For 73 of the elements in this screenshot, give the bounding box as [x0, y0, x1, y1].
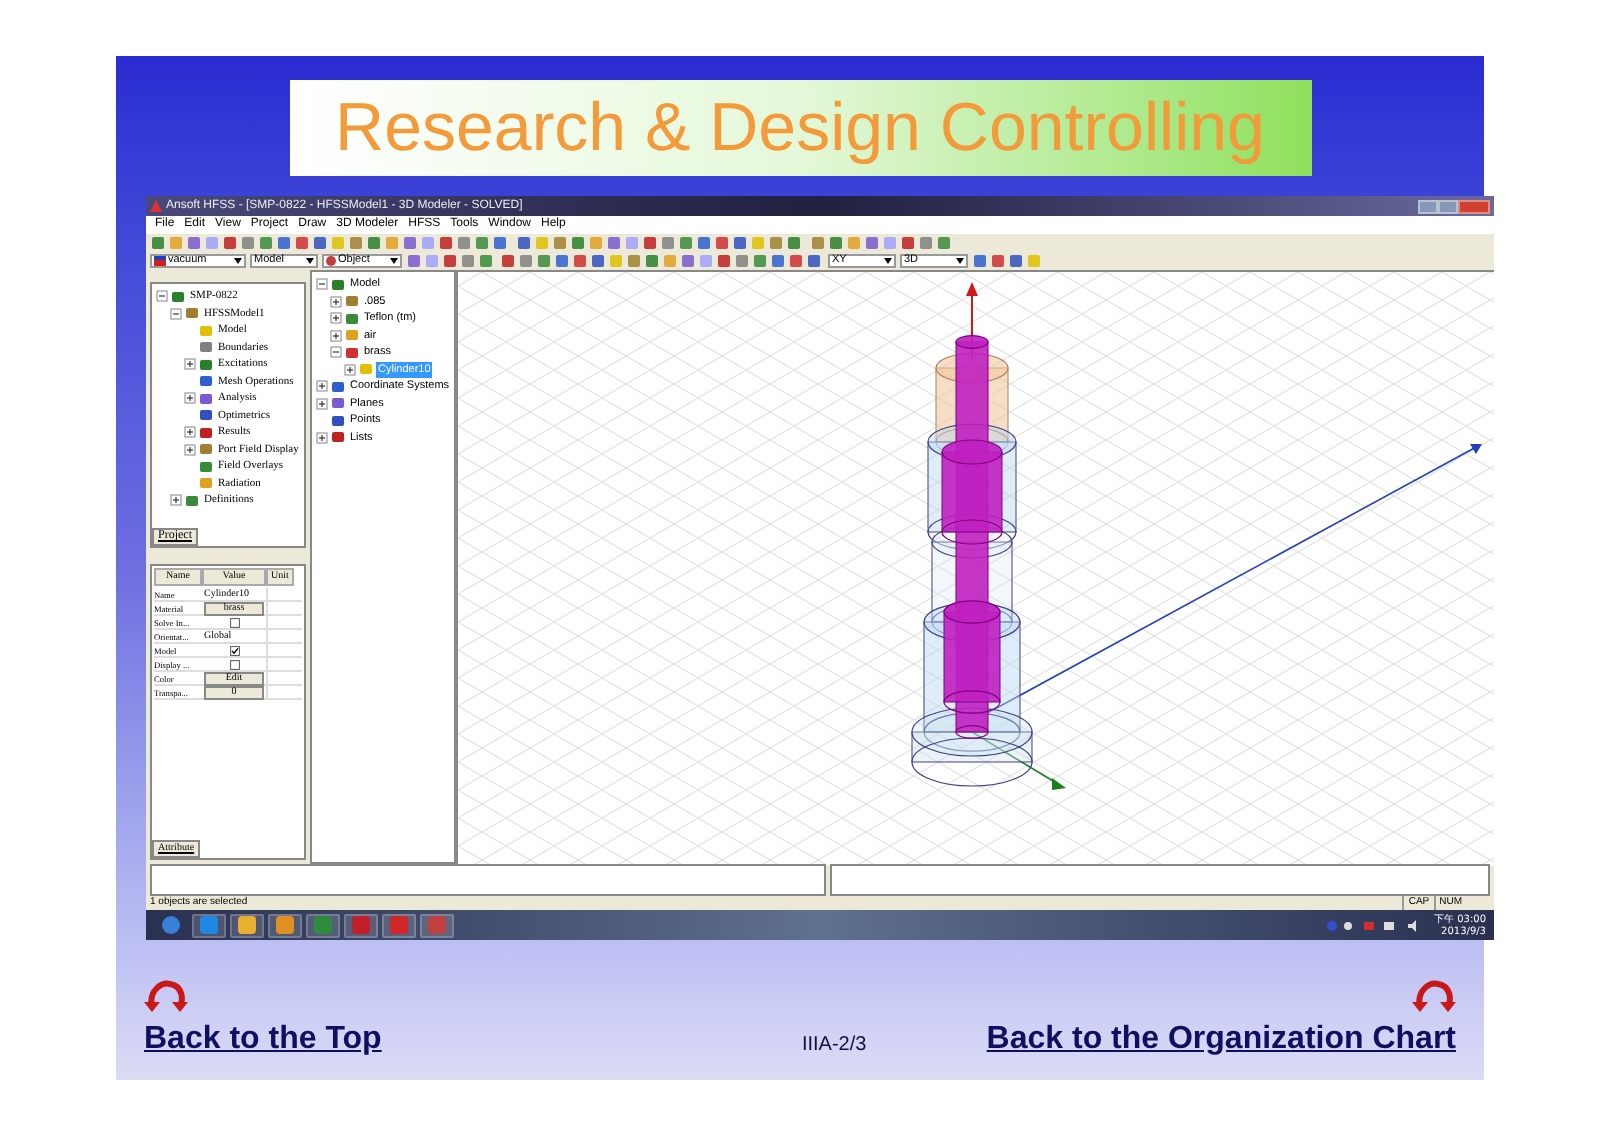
- tree-node-icon: [346, 330, 358, 341]
- caret-icon: [956, 258, 964, 264]
- mail-app-icon[interactable]: [268, 913, 302, 937]
- caret-icon: [884, 258, 892, 264]
- caret-icon: [390, 258, 398, 264]
- object-icon: [326, 256, 336, 266]
- nav-link[interactable]: Back to the Top: [144, 1016, 382, 1064]
- expand-icon[interactable]: [184, 358, 196, 371]
- tree-node-icon: [346, 313, 358, 324]
- tree-node-icon: [332, 398, 344, 409]
- maximize-button[interactable]: [1438, 199, 1458, 213]
- slide-title: Research & Design Controlling: [289, 80, 1311, 176]
- toolbar-icons-drawing[interactable]: [150, 236, 510, 250]
- expand-icon[interactable]: [330, 329, 342, 342]
- expand-icon[interactable]: [344, 363, 356, 376]
- collapse-icon[interactable]: [170, 307, 182, 320]
- toolbar-icons-drawing[interactable]: [500, 254, 824, 268]
- caret-icon: [234, 258, 242, 264]
- tree-node-icon: [172, 291, 184, 302]
- toolbar-icons-drawing[interactable]: [516, 236, 804, 250]
- collapse-icon[interactable]: [330, 346, 342, 359]
- expand-icon[interactable]: [330, 295, 342, 308]
- expand-icon[interactable]: [170, 494, 182, 507]
- tree-node-icon: [186, 495, 198, 506]
- tree-node-icon: [346, 347, 358, 358]
- simulator-app-icon[interactable]: [420, 913, 454, 937]
- expand-icon[interactable]: [184, 443, 196, 456]
- caret-icon: [306, 258, 314, 264]
- back-arrow-icon[interactable]: [144, 980, 188, 1012]
- tree-node-icon: [200, 393, 212, 404]
- tree-node-icon: [200, 359, 212, 370]
- nav-link[interactable]: Back to the Organization Chart: [986, 1016, 1456, 1064]
- tree-node-icon: [360, 364, 372, 375]
- tree-node-icon: [200, 427, 212, 438]
- cad-app-icon[interactable]: [382, 913, 416, 937]
- tree-node-icon: [332, 432, 344, 443]
- toolbar-icons-drawing[interactable]: [972, 254, 1044, 268]
- tree-node-icon: [200, 342, 212, 353]
- tree-node-icon: [332, 381, 344, 392]
- expand-icon[interactable]: [316, 397, 328, 410]
- checkbox[interactable]: [229, 617, 239, 627]
- tree-node-icon: [332, 279, 344, 290]
- document-app-icon[interactable]: [344, 913, 378, 937]
- cylinder-model-drawing[interactable]: [911, 335, 1033, 787]
- tree-node-icon: [200, 478, 212, 489]
- toolbar-icons-drawing[interactable]: [406, 254, 496, 268]
- folder-icon[interactable]: [230, 913, 264, 937]
- expand-icon[interactable]: [330, 312, 342, 325]
- collapse-icon[interactable]: [316, 278, 328, 291]
- checkbox[interactable]: [229, 645, 239, 655]
- browser-icon[interactable]: [192, 913, 226, 937]
- expand-icon[interactable]: [184, 392, 196, 405]
- expand-icon[interactable]: [316, 380, 328, 393]
- tree-node-icon: [200, 410, 212, 421]
- tree-node-icon: [186, 308, 198, 319]
- minimize-button[interactable]: [1418, 199, 1438, 213]
- back-arrow-icon[interactable]: [1412, 980, 1456, 1012]
- axis-arrow: [971, 731, 1066, 790]
- material-color-icon: [154, 256, 166, 266]
- expand-icon[interactable]: [316, 431, 328, 444]
- toolbar-icons-drawing[interactable]: [810, 236, 954, 250]
- expand-icon[interactable]: [184, 426, 196, 439]
- spreadsheet-icon[interactable]: [306, 913, 340, 937]
- tree-node-icon: [332, 415, 344, 426]
- tree-node-icon: [346, 296, 358, 307]
- tree-node-icon: [200, 376, 212, 387]
- tree-node-icon: [200, 461, 212, 472]
- checkbox[interactable]: [229, 659, 239, 669]
- viewport-drawing[interactable]: [458, 272, 1494, 866]
- page-number: IIIA-2/3: [801, 1032, 867, 1060]
- collapse-icon[interactable]: [156, 290, 168, 303]
- tree-node-icon: [200, 444, 212, 455]
- tree-node-icon: [200, 325, 212, 336]
